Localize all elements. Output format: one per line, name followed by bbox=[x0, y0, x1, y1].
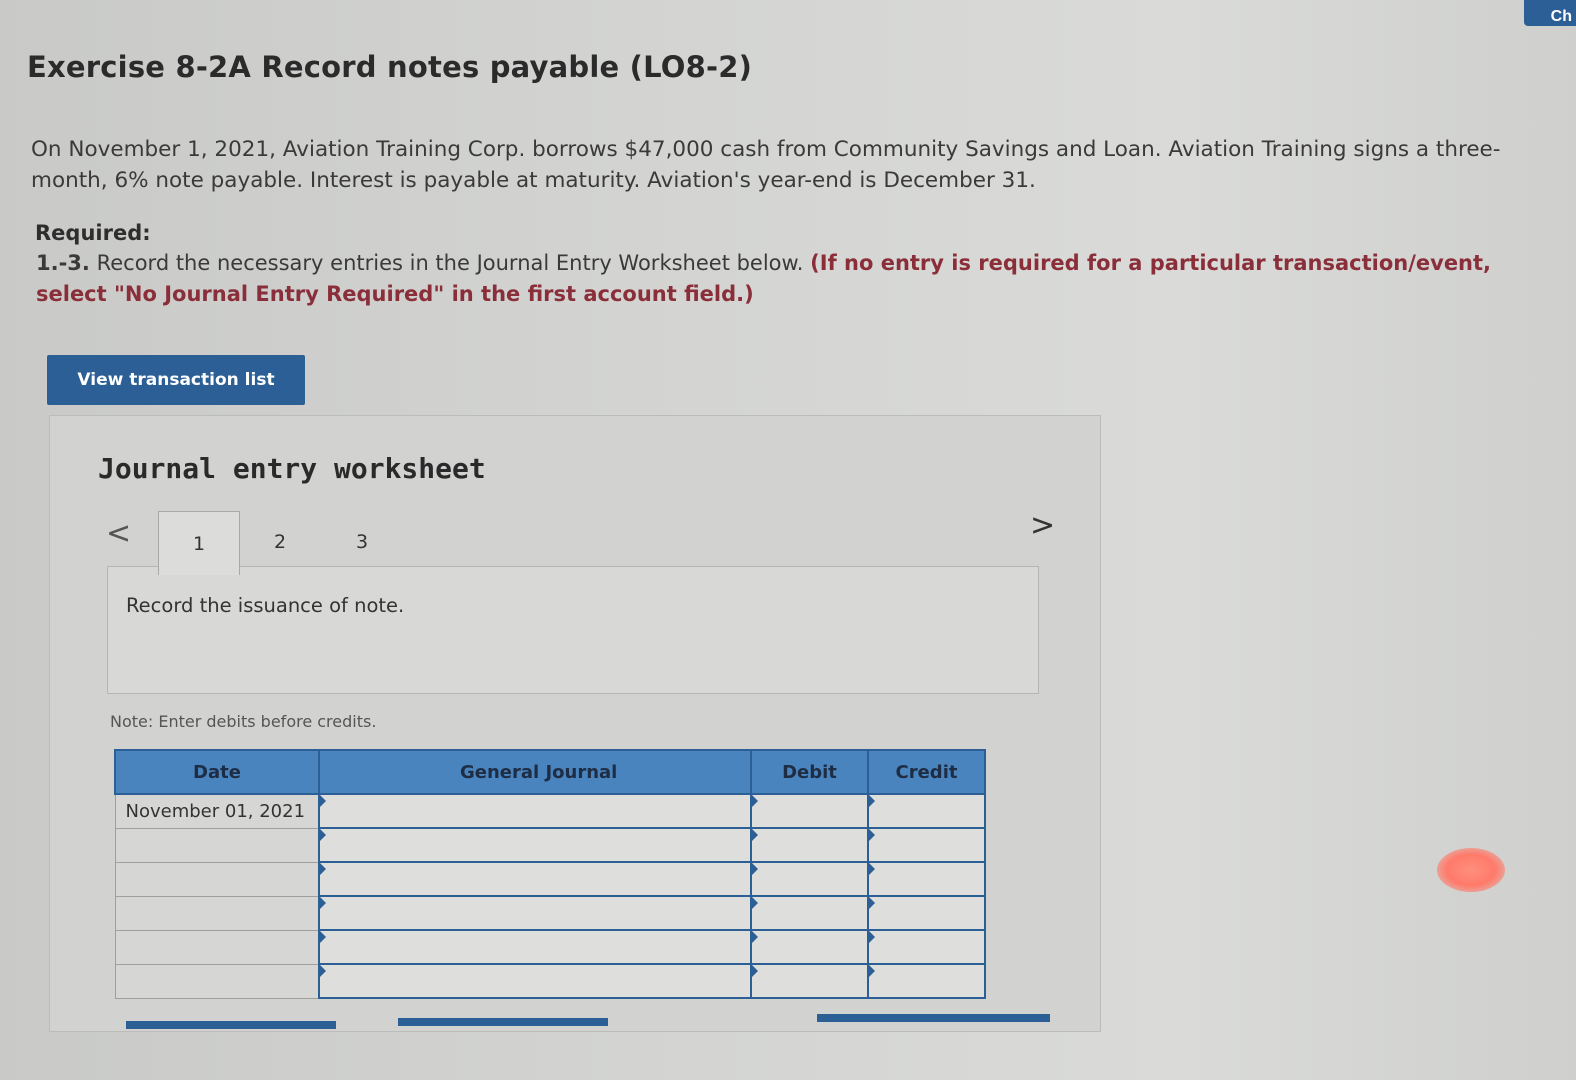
tab-2[interactable]: 2 bbox=[240, 511, 320, 573]
tab-1[interactable]: 1 bbox=[158, 511, 240, 575]
date-cell bbox=[114, 929, 320, 965]
required-heading: Required: bbox=[35, 221, 151, 245]
account-field[interactable] bbox=[318, 929, 752, 965]
debit-credit-note: Note: Enter debits before credits. bbox=[110, 712, 377, 731]
required-number: 1.-3. bbox=[36, 251, 90, 275]
screen-glare bbox=[1437, 848, 1505, 892]
journal-table: Date General Journal Debit Credit Novemb… bbox=[114, 749, 986, 999]
date-cell bbox=[114, 861, 320, 897]
date-cell bbox=[114, 895, 320, 931]
debit-field[interactable] bbox=[750, 963, 869, 999]
debit-field[interactable] bbox=[750, 895, 869, 931]
column-header-credit: Credit bbox=[867, 749, 986, 795]
view-general-journal-button[interactable] bbox=[817, 1014, 1050, 1022]
chevron-right-icon[interactable]: > bbox=[1030, 508, 1055, 543]
account-field[interactable] bbox=[318, 895, 752, 931]
view-transaction-list-button[interactable]: View transaction list bbox=[47, 355, 305, 405]
table-row: November 01, 2021 bbox=[114, 793, 986, 829]
date-cell: November 01, 2021 bbox=[114, 793, 320, 829]
table-row bbox=[114, 929, 986, 965]
debit-field[interactable] bbox=[750, 793, 869, 829]
account-field[interactable] bbox=[318, 963, 752, 999]
instruction-text: Record the issuance of note. bbox=[126, 594, 405, 617]
debit-field[interactable] bbox=[750, 929, 869, 965]
column-header-debit: Debit bbox=[750, 749, 869, 795]
table-row bbox=[114, 895, 986, 931]
account-field[interactable] bbox=[318, 793, 752, 829]
problem-statement: On November 1, 2021, Aviation Training C… bbox=[31, 137, 1501, 193]
column-header-date: Date bbox=[114, 749, 320, 795]
record-entry-button[interactable] bbox=[126, 1021, 336, 1029]
account-field[interactable] bbox=[318, 827, 752, 863]
date-cell bbox=[114, 963, 320, 999]
table-row bbox=[114, 827, 986, 863]
table-row bbox=[114, 861, 986, 897]
debit-field[interactable] bbox=[750, 827, 869, 863]
clear-entry-button[interactable] bbox=[398, 1018, 608, 1026]
required-instructions: 1.-3. Record the necessary entries in th… bbox=[36, 248, 1516, 310]
table-row bbox=[114, 963, 986, 999]
worksheet-title: Journal entry worksheet bbox=[98, 452, 486, 485]
tab-3[interactable]: 3 bbox=[322, 511, 402, 573]
credit-field[interactable] bbox=[867, 963, 986, 999]
debit-field[interactable] bbox=[750, 861, 869, 897]
chevron-left-icon[interactable]: < bbox=[106, 516, 131, 551]
credit-field[interactable] bbox=[867, 895, 986, 931]
corner-check-button[interactable]: Ch bbox=[1524, 0, 1576, 26]
date-cell bbox=[114, 827, 320, 863]
credit-field[interactable] bbox=[867, 793, 986, 829]
journal-entry-worksheet: Journal entry worksheet < > 1 2 3 Record… bbox=[49, 415, 1101, 1032]
account-field[interactable] bbox=[318, 861, 752, 897]
instruction-panel: Record the issuance of note. bbox=[107, 566, 1039, 694]
corner-label: Ch bbox=[1550, 8, 1572, 25]
credit-field[interactable] bbox=[867, 929, 986, 965]
credit-field[interactable] bbox=[867, 861, 986, 897]
column-header-general-journal: General Journal bbox=[318, 749, 752, 795]
exercise-title: Exercise 8-2A Record notes payable (LO8-… bbox=[27, 50, 753, 84]
required-text: Record the necessary entries in the Jour… bbox=[96, 251, 804, 275]
credit-field[interactable] bbox=[867, 827, 986, 863]
